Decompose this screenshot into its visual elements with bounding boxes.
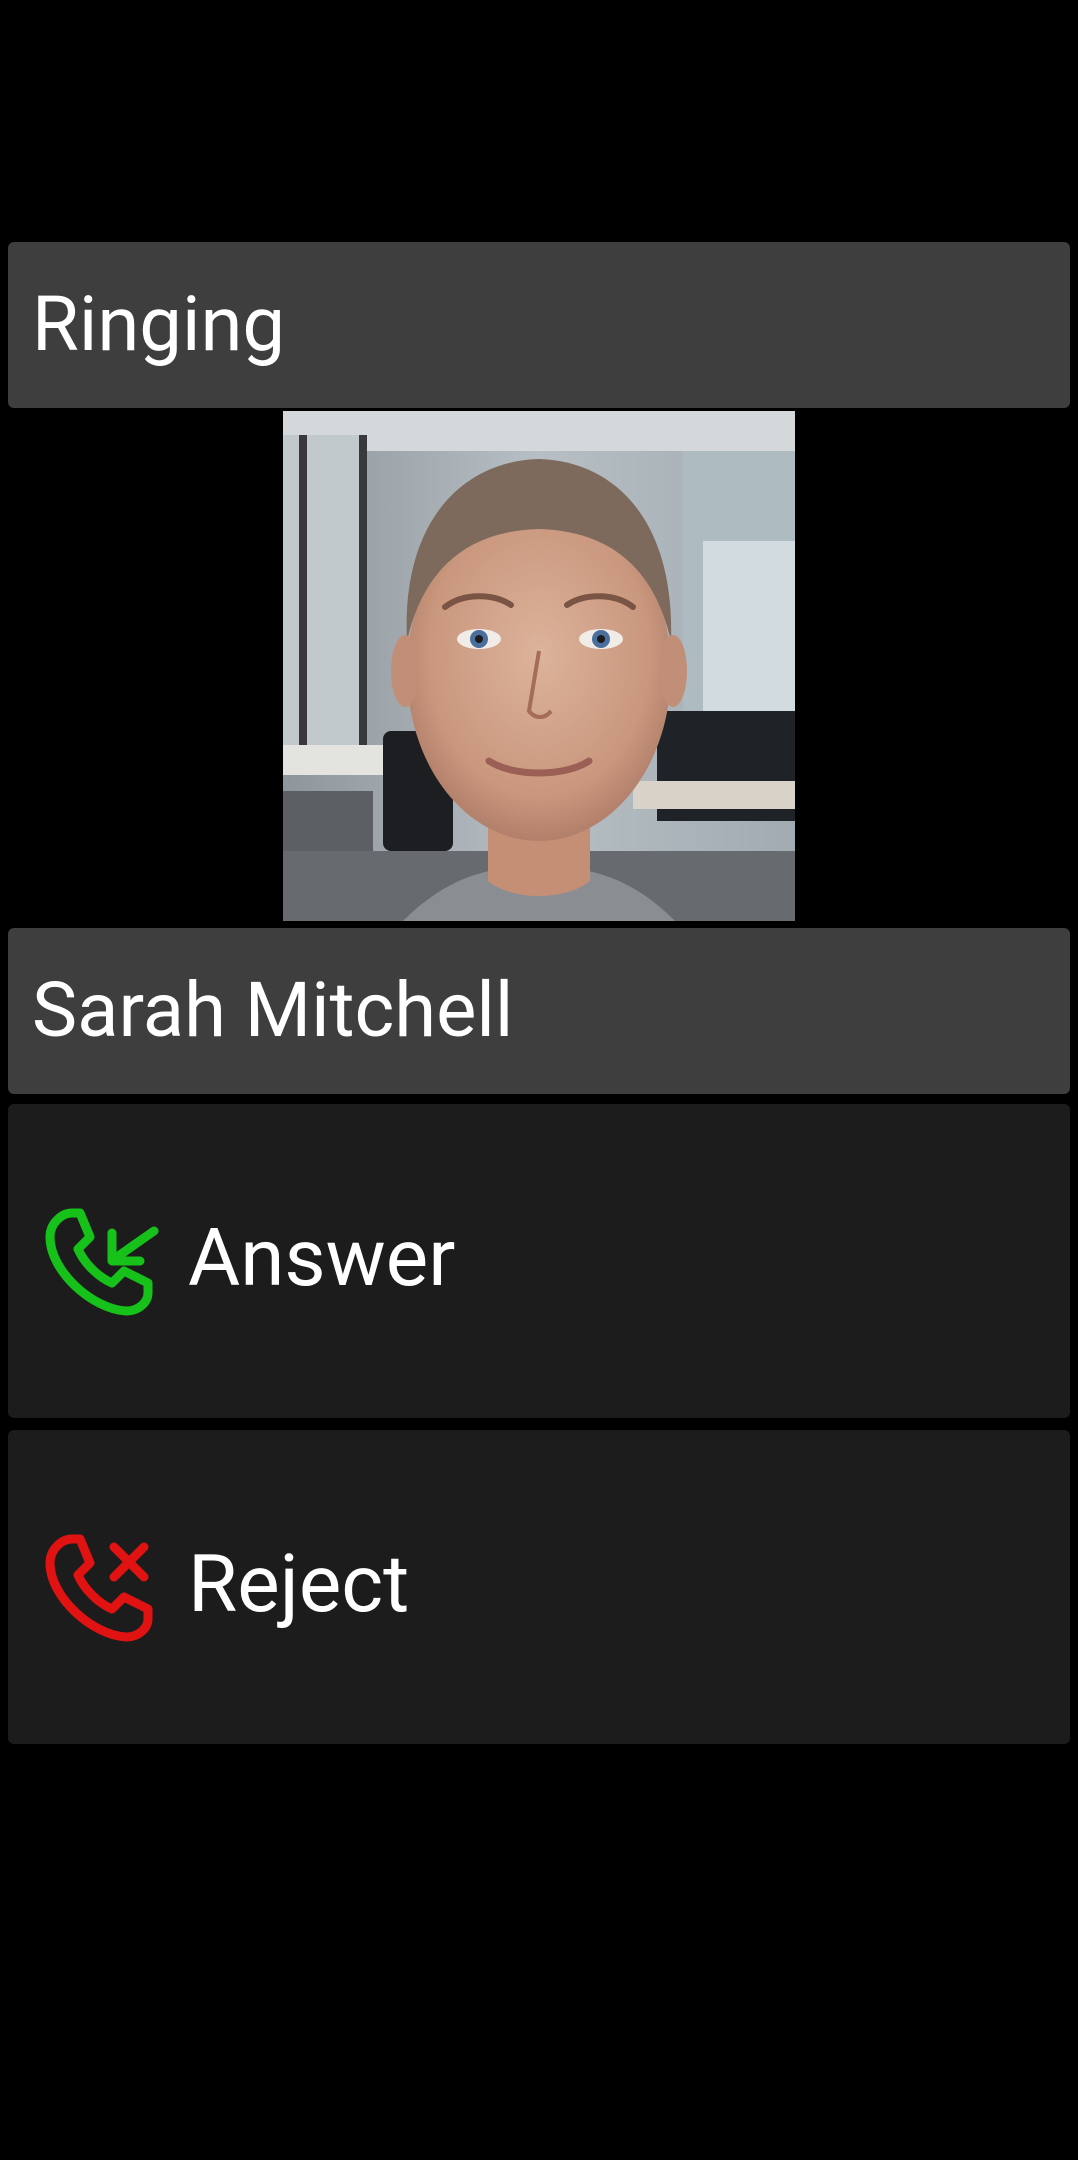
phone-reject-icon bbox=[45, 1534, 153, 1642]
caller-name: Sarah Mitchell bbox=[32, 965, 514, 1055]
phone-incoming-icon bbox=[45, 1208, 159, 1316]
reject-button[interactable]: Reject bbox=[8, 1430, 1070, 1744]
caller-name-bar: Sarah Mitchell bbox=[8, 928, 1070, 1094]
answer-button[interactable]: Answer bbox=[8, 1104, 1070, 1418]
answer-label: Answer bbox=[188, 1211, 456, 1305]
call-status-bar: Ringing bbox=[8, 242, 1070, 408]
call-status-text: Ringing bbox=[32, 279, 286, 369]
reject-label: Reject bbox=[188, 1537, 410, 1631]
caller-photo bbox=[283, 411, 795, 921]
